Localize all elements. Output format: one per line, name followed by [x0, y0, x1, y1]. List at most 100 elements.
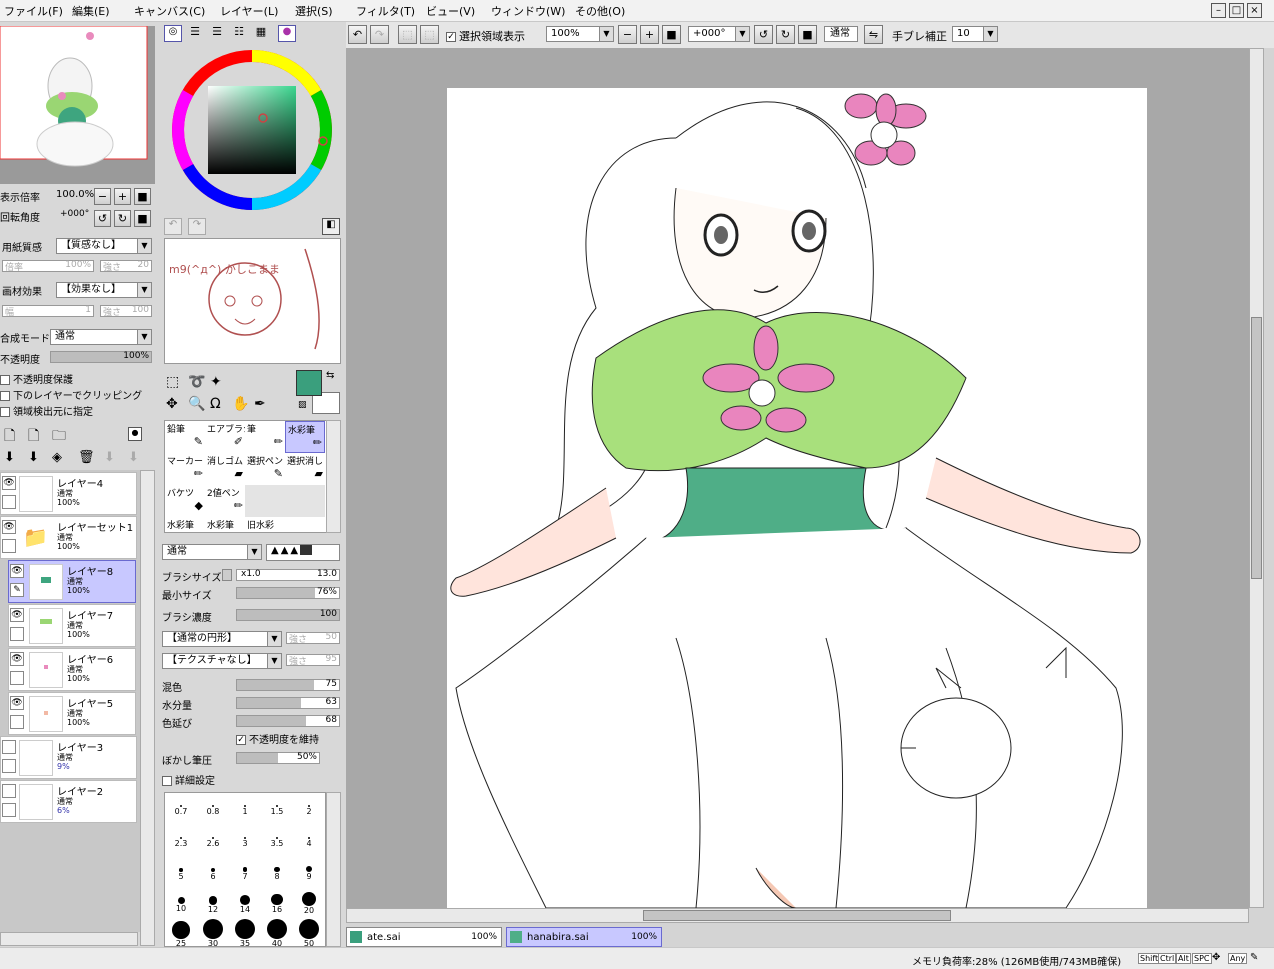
mixer-tab-icon[interactable]: ☷ — [230, 25, 248, 42]
brush-size-preset[interactable]: 7 — [229, 857, 261, 889]
layer-item[interactable]: 👁 レイヤー6 通常 100% — [8, 648, 136, 691]
zoom-icon[interactable]: 🔍 — [188, 396, 205, 412]
zoom-in-icon[interactable]: + — [114, 188, 131, 205]
layer-lock-icon[interactable] — [2, 759, 16, 773]
brush-size-preset[interactable]: 3 — [229, 825, 261, 857]
layer-item[interactable]: レイヤー2 通常 6% — [0, 780, 137, 823]
brush-size-preset[interactable]: 30 — [197, 919, 229, 946]
media-effect-select[interactable]: 【効果なし】 ▼ — [56, 282, 152, 298]
menu-filter[interactable]: フィルタ(T) — [356, 3, 415, 19]
tool-watercolor-selected[interactable]: 水彩筆 ✏ — [285, 421, 325, 453]
tab-hanabira[interactable]: hanabira.sai 100% — [506, 927, 662, 947]
blend-mode-select[interactable]: 通常 ▼ — [50, 329, 152, 345]
layer-item-selected[interactable]: 👁 ✎ レイヤー8 通常 100% — [8, 560, 136, 603]
magic-wand-icon[interactable]: ✦ — [210, 374, 222, 390]
water-bar[interactable]: 63 — [236, 697, 340, 709]
layer-item[interactable]: 👁 レイヤー7 通常 100% — [8, 604, 136, 647]
visibility-toggle[interactable] — [2, 784, 16, 798]
rotate-reset-icon[interactable]: ■ — [798, 25, 817, 44]
vscroll-thumb[interactable] — [1251, 317, 1262, 579]
brush-size-preset[interactable]: 0.7 — [165, 793, 197, 825]
brush-size-preset[interactable]: 35 — [229, 919, 261, 946]
undo-icon[interactable]: ↶ — [348, 25, 367, 44]
zoom-out-icon[interactable]: − — [94, 188, 111, 205]
rotate-left-icon[interactable]: ↺ — [754, 25, 773, 44]
menu-edit[interactable]: 編集(E) — [72, 3, 110, 19]
visibility-eye-icon[interactable]: 👁 — [10, 564, 24, 578]
layer-lock-icon[interactable] — [10, 627, 24, 641]
stabilizer-select[interactable]: 10 ▼ — [952, 26, 998, 42]
canvas-viewport[interactable] — [346, 48, 1249, 908]
paper-texture-select[interactable]: 【質感なし】 ▼ — [56, 238, 152, 254]
layer-lock-icon[interactable] — [2, 495, 16, 509]
brush-density-bar[interactable]: 100 — [236, 609, 340, 621]
minimize-icon[interactable]: – — [1211, 3, 1226, 18]
show-selection-checkbox[interactable]: ✓ 選択領域表示 — [446, 28, 525, 44]
canvas-hscrollbar[interactable] — [346, 908, 1249, 923]
brush-size-preset[interactable]: 12 — [197, 889, 229, 921]
redo-icon[interactable]: ↷ — [188, 218, 206, 235]
layer-item[interactable]: レイヤー3 通常 9% — [0, 736, 137, 779]
brush-size-preset[interactable]: 3.5 — [261, 825, 293, 857]
undo-icon[interactable]: ↶ — [164, 218, 182, 235]
brush-size-preset[interactable]: 2.3 — [165, 825, 197, 857]
layer-lock-icon[interactable] — [10, 671, 24, 685]
brush-size-preset[interactable]: 14 — [229, 889, 261, 921]
delete-layer-icon[interactable]: 🗑 — [78, 450, 95, 465]
view-mode-button[interactable]: 通常 — [824, 26, 858, 42]
tool-brush[interactable]: 筆 ✏ — [245, 421, 285, 453]
paper-strength-bar[interactable]: 強さ 20 — [100, 260, 152, 273]
brush-size-preset[interactable]: 9 — [293, 857, 325, 889]
texture-strength-bar[interactable]: 強さ 95 — [286, 654, 340, 667]
blur-pressure-bar[interactable]: 50% — [236, 752, 320, 764]
visibility-eye-icon[interactable]: 👁 — [2, 520, 16, 534]
pen-icon[interactable]: ✎ — [10, 583, 24, 597]
brush-size-preset[interactable]: 2.6 — [197, 825, 229, 857]
brush-size-preset[interactable]: 10 — [165, 889, 197, 921]
detect-source-checkbox[interactable]: 領域検出元に指定 — [0, 403, 93, 418]
tool-marker[interactable]: マーカー ✏ — [165, 453, 205, 485]
menu-other[interactable]: その他(O) — [575, 3, 625, 19]
scratchpad-tab-icon[interactable]: ● — [278, 25, 296, 42]
hscroll-thumb[interactable] — [643, 910, 951, 921]
keep-opacity-checkbox[interactable]: ✓ 不透明度を維持 — [236, 731, 319, 746]
swap-colors-icon[interactable]: ⇆ — [326, 370, 334, 381]
clipping-checkbox[interactable]: 下のレイヤーでクリッピング — [0, 387, 142, 402]
rgb-slider-tab-icon[interactable]: ☰ — [186, 25, 204, 42]
paper-scale-bar[interactable]: 倍率 100% — [2, 260, 94, 273]
menu-window[interactable]: ウィンドウ(W) — [491, 3, 565, 19]
tool-select-eraser[interactable]: 選択消し ▰ — [285, 453, 325, 485]
visibility-eye-icon[interactable]: 👁 — [10, 652, 24, 666]
tool-airbrush[interactable]: エアブラシ✐ — [205, 421, 245, 453]
eyedropper-icon[interactable]: ✒ — [254, 396, 266, 412]
tool-grid-scrollbar[interactable] — [326, 420, 341, 533]
visibility-eye-icon[interactable]: 👁 — [2, 476, 16, 490]
visibility-toggle[interactable] — [2, 740, 16, 754]
tool-pencil[interactable]: 鉛筆 ✎ — [165, 421, 205, 453]
rotate-right-icon[interactable]: ↻ — [776, 25, 795, 44]
new-layer-icon[interactable]: 🗋 — [4, 425, 15, 449]
tab-ate[interactable]: ate.sai 100% — [346, 927, 502, 947]
mask-icon[interactable]: ● — [128, 427, 142, 441]
zoom-out-icon[interactable]: − — [618, 25, 637, 44]
menu-file[interactable]: ファイル(F) — [4, 3, 63, 19]
shape-strength-bar[interactable]: 強さ 50 — [286, 632, 340, 645]
rotate-icon[interactable]: Ω — [210, 396, 221, 412]
min-size-bar[interactable]: 76% — [236, 587, 340, 599]
menu-layer[interactable]: レイヤー(L) — [220, 3, 278, 19]
tool-bucket[interactable]: バケツ ◆ — [165, 485, 205, 517]
layer-hscrollbar[interactable] — [0, 932, 138, 946]
brush-size-preset[interactable]: 5 — [165, 857, 197, 889]
merge-visible-icon[interactable]: ⬇ — [104, 450, 115, 465]
rect-select-icon[interactable]: ⬚ — [166, 374, 179, 390]
brush-size-preset[interactable]: 40 — [261, 919, 293, 946]
brush-size-preset[interactable]: 1 — [229, 793, 261, 825]
canvas-vscrollbar[interactable] — [1249, 48, 1264, 908]
rotate-right-icon[interactable]: ↻ — [114, 210, 131, 227]
transparent-color-icon[interactable]: ▨ — [298, 400, 307, 410]
zoom-reset-icon[interactable]: ■ — [134, 188, 151, 205]
tool-binary-pen[interactable]: 2値ペン ✏ — [205, 485, 245, 517]
color-wheel-tab-icon[interactable]: ◎ — [164, 25, 182, 42]
swatch-tab-icon[interactable]: ▦ — [252, 25, 270, 42]
layer-item[interactable]: 👁 レイヤー5 通常 100% — [8, 692, 136, 735]
